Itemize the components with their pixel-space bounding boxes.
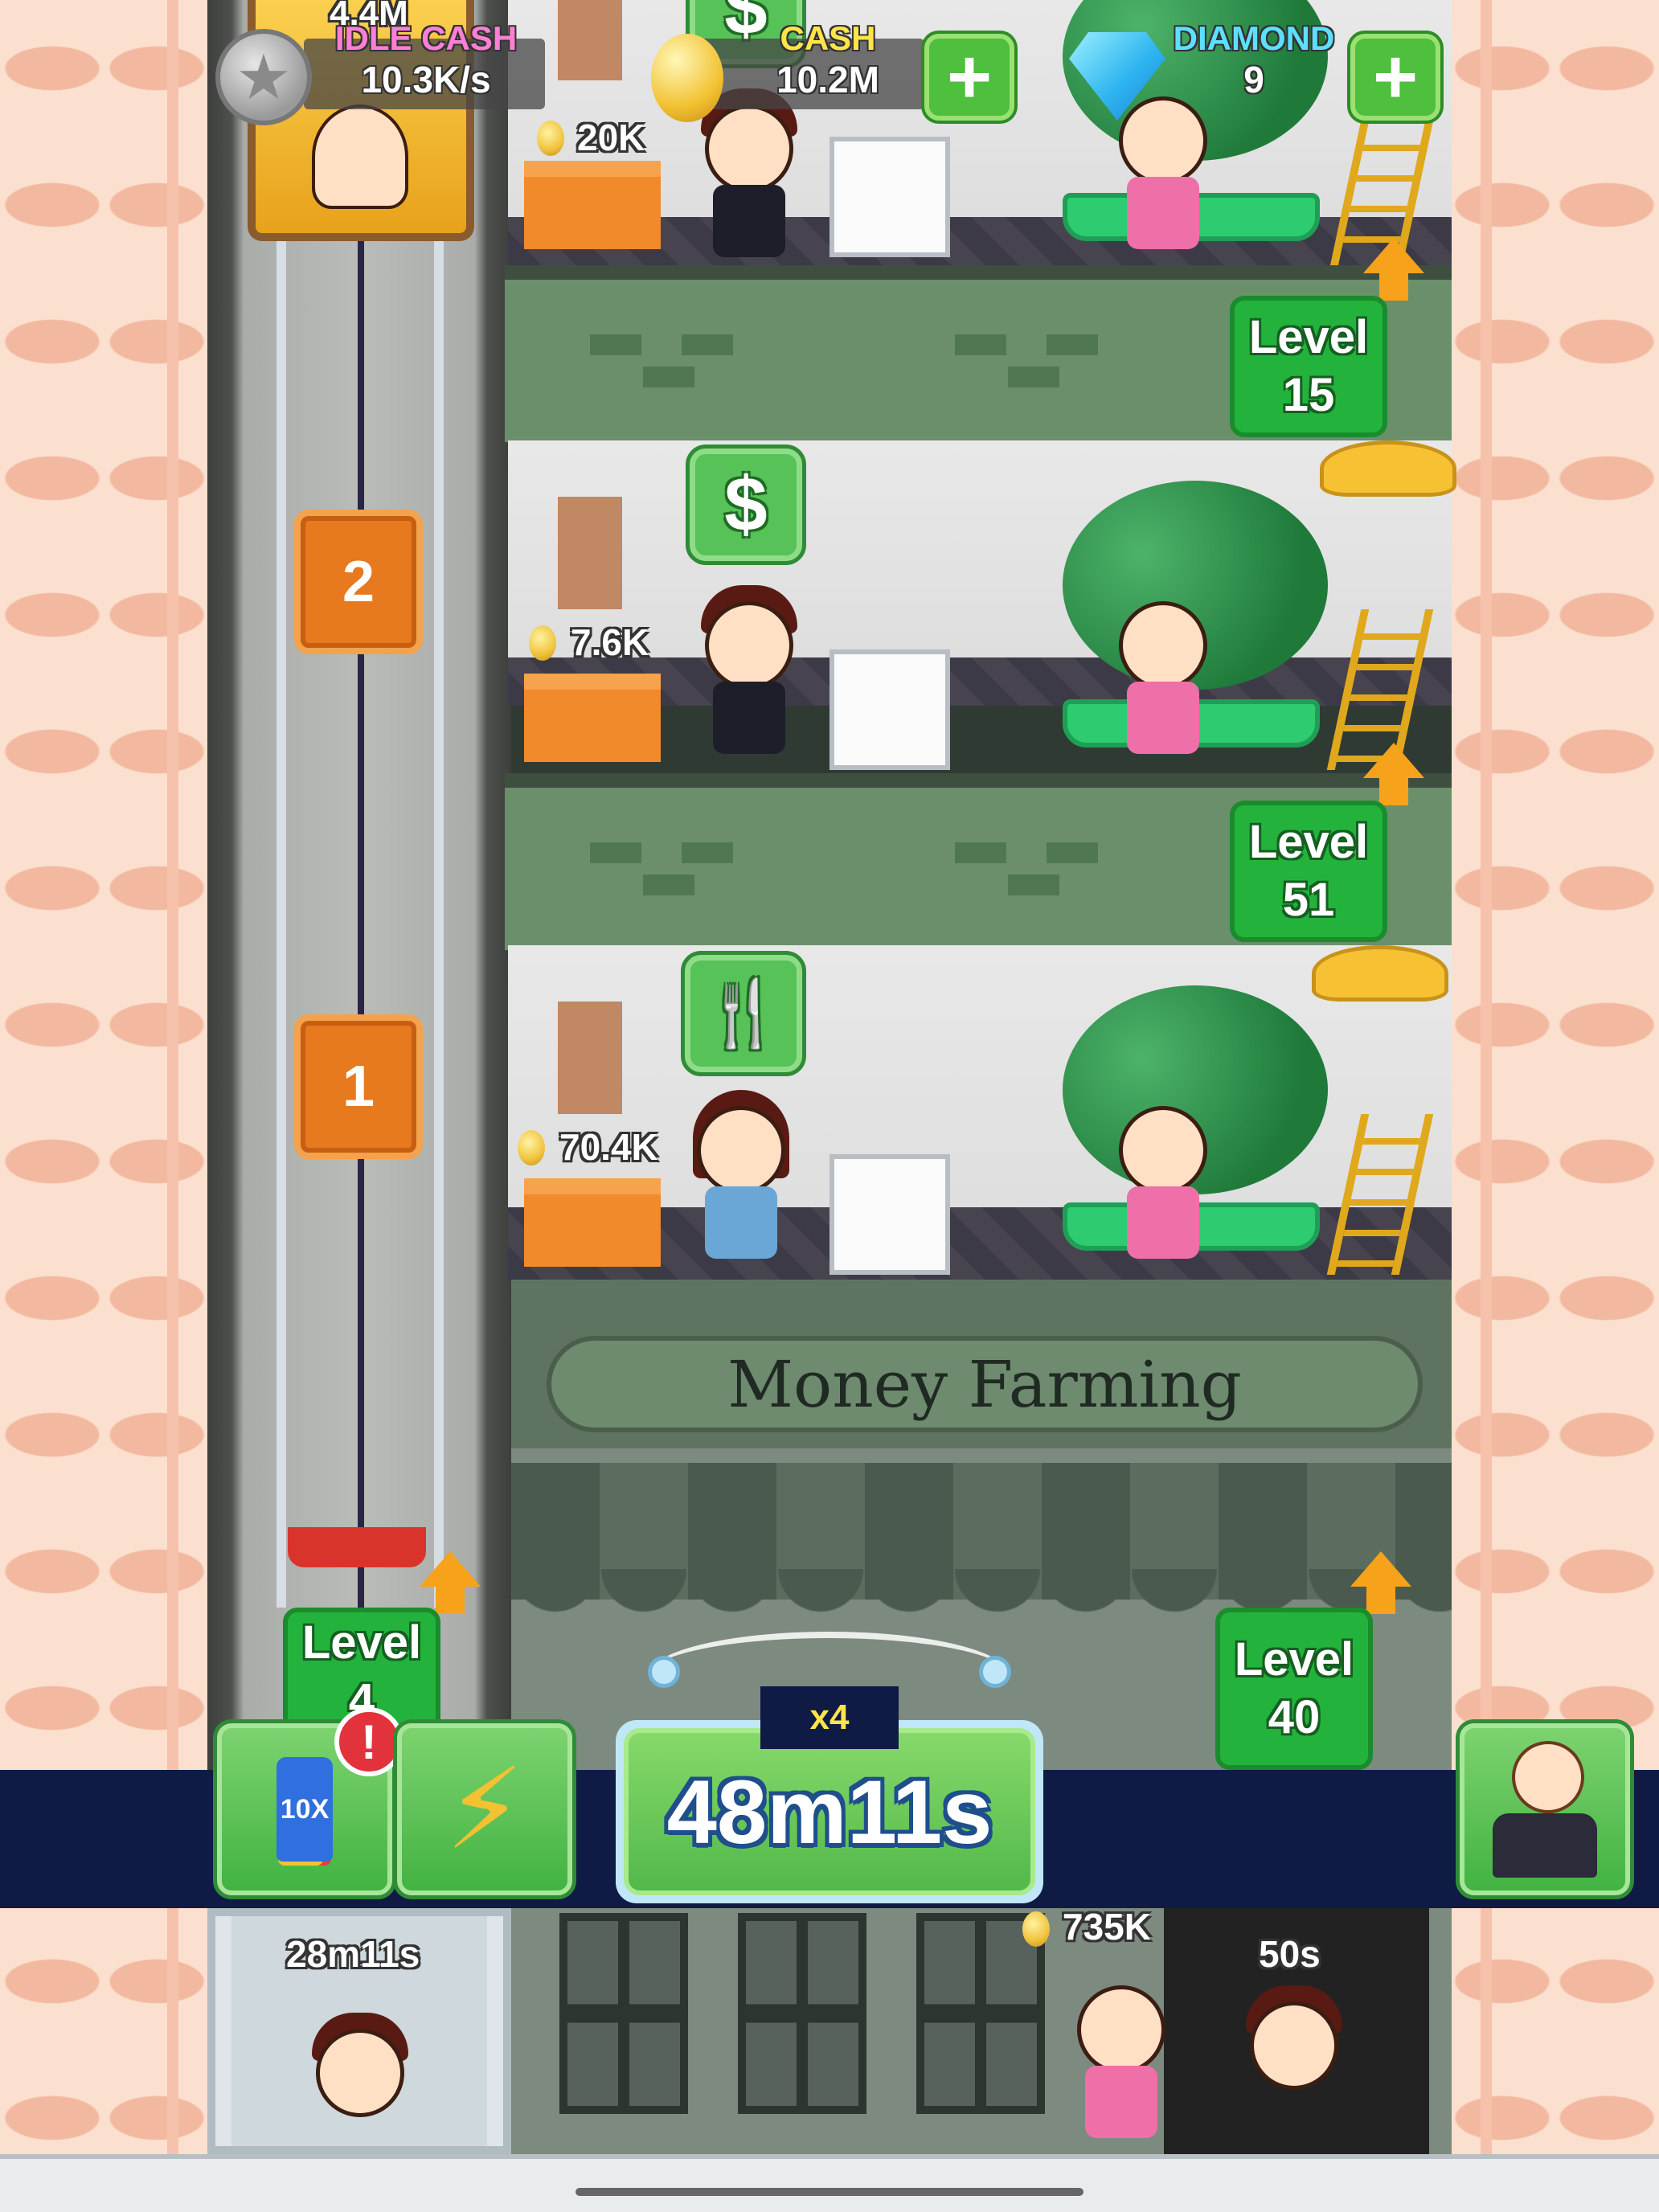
star-glyph: ★ (236, 41, 292, 113)
floor-3-cabinet (830, 137, 950, 257)
coin-icon (529, 625, 556, 661)
cash-label: CASH (780, 19, 876, 57)
elevator-upgrade-arrow-icon (420, 1551, 481, 1614)
potion-blue-icon: 10X (276, 1757, 333, 1862)
lobby-farmer-worker (1077, 1985, 1165, 2074)
floor-2-upgrade-arrow-icon (1363, 743, 1424, 805)
diamond-value: 9 (1243, 59, 1264, 100)
home-gesture-handle[interactable] (576, 2188, 1083, 2196)
worker-timer: 50s (1259, 1933, 1321, 1975)
shop-level-button[interactable]: Level 40 (1215, 1608, 1373, 1770)
shaft-rail-left (276, 241, 286, 1608)
floor-2-level-button[interactable]: Level 51 (1230, 801, 1387, 942)
floor-1-desk (524, 1178, 661, 1267)
boost-timer: 48m11s (624, 1728, 1035, 1895)
add-cash-button[interactable]: + (924, 34, 1014, 121)
elevator-operator (312, 104, 408, 209)
floor-1-number-badge: 1 (294, 1014, 423, 1159)
floor-number: 1 (342, 1055, 375, 1119)
floor-2-shelf (558, 497, 622, 609)
floor-1-farmer-hat (1312, 945, 1448, 1002)
bulb-right-icon (979, 1656, 1011, 1688)
floor-2-worker (1119, 601, 1207, 690)
shop-upgrade-arrow-icon (1350, 1551, 1411, 1614)
floor-2[interactable] (508, 440, 1456, 770)
floor-2-desk (524, 674, 661, 762)
floor-number: 2 (342, 550, 375, 614)
cash-value: 10.2M (776, 59, 879, 100)
star-icon[interactable]: ★ (215, 29, 312, 125)
floor-1-worker-body (1127, 1186, 1199, 1259)
level-value: 40 (1268, 1691, 1321, 1743)
coin-icon (1022, 1911, 1050, 1947)
floor-2-action-button[interactable]: $ (690, 449, 802, 561)
alert-icon: ! (334, 1707, 403, 1776)
floor-1-worker (1119, 1106, 1207, 1194)
floor-2-cabinet (830, 649, 950, 770)
level-label: Level (301, 1616, 422, 1669)
floor-3-level-button[interactable]: Level 15 (1230, 296, 1387, 437)
speed-boost-button[interactable]: ⚡ (397, 1723, 572, 1895)
floor-3-upgrade-arrow-icon (1363, 238, 1424, 301)
lobby-farmer-worker-body (1085, 2066, 1157, 2138)
level-label: Level (1248, 815, 1369, 868)
floor-1-cabinet (830, 1154, 950, 1275)
system-nav-bar (0, 2154, 1659, 2212)
shaft-rail-right (434, 241, 444, 1608)
floor-3-manager-body (713, 185, 785, 257)
floor-2-manager-body (713, 682, 785, 754)
boost-multiplier: x4 (760, 1686, 899, 1749)
lobby-elevator-operator (316, 2029, 404, 2117)
floor-1[interactable] (508, 945, 1452, 1280)
floor-2-number-badge: 2 (294, 510, 423, 654)
floor-3-deposit: 20K (577, 117, 645, 158)
floor-1-action-button[interactable]: 🍴 (685, 955, 802, 1072)
elevator-cable (358, 0, 364, 1608)
coin-icon (518, 1130, 545, 1165)
floor-1-manager[interactable] (697, 1106, 785, 1194)
coin-icon (651, 34, 723, 122)
floor-3-worker (1119, 96, 1207, 185)
level-value: 51 (1282, 874, 1335, 926)
level-label: Level (1248, 310, 1369, 363)
floor-2-manager[interactable] (705, 601, 793, 690)
manager-button[interactable] (1460, 1723, 1630, 1895)
level-label: Level (1234, 1632, 1354, 1686)
level-value: 15 (1282, 369, 1335, 421)
shop-window-2 (738, 1913, 866, 2114)
add-diamond-button[interactable]: + (1350, 34, 1440, 121)
bulb-left-icon (648, 1656, 680, 1688)
idle-cash-value: 10.3K/s (361, 59, 491, 100)
floor-3-manager[interactable] (705, 104, 793, 193)
shop-window-3 (916, 1913, 1045, 2114)
floor-3-worker-body (1127, 177, 1199, 249)
elevator-timer: 28m11s (286, 1933, 420, 1975)
shop-sign: Money Farming (547, 1336, 1423, 1432)
floor-1-deposit: 70.4K (559, 1126, 658, 1168)
diamond-label: DIAMOND (1173, 19, 1335, 57)
floor-3-desk (524, 161, 661, 249)
floor-1-manager-body (705, 1186, 777, 1259)
floor-3-shelf (558, 0, 622, 80)
idle-cash-label: IDLE CASH (334, 19, 518, 57)
lobby-manager[interactable] (1250, 2001, 1338, 2090)
floor-2-worker-body (1127, 682, 1199, 754)
shop-window-1 (559, 1913, 688, 2114)
coin-icon (537, 121, 564, 156)
fork-icon: 🍴 (703, 977, 784, 1049)
floor-2-farmer-hat (1320, 440, 1456, 497)
lightning-icon: ⚡ (444, 1746, 525, 1872)
plus-icon: + (946, 34, 993, 120)
floor-2-deposit: 7.6K (571, 621, 649, 663)
alert-glyph: ! (361, 1714, 377, 1769)
shop-cash-waiting: 735K (1063, 1906, 1151, 1948)
elevator-loading-plate (288, 1527, 426, 1567)
plus-icon: + (1372, 34, 1419, 120)
manager-icon (1485, 1741, 1605, 1878)
dollar-icon: $ (724, 461, 768, 547)
floor-1-shelf (558, 1002, 622, 1114)
